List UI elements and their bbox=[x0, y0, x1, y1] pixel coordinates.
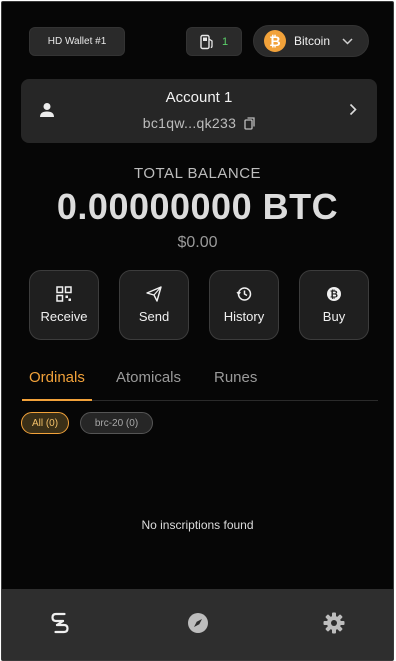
nav-explore[interactable] bbox=[186, 611, 210, 635]
network-label: Bitcoin bbox=[294, 34, 331, 48]
nav-settings[interactable] bbox=[322, 611, 346, 635]
fee-count: 1 bbox=[221, 35, 229, 48]
wallet-app: HD Wallet #1 1 ₿ Bitcoin Account 1 bc1qw… bbox=[1, 1, 394, 661]
explore-icon bbox=[188, 613, 208, 633]
buy-button[interactable]: ₿ Buy bbox=[299, 270, 369, 340]
tab-ordinals[interactable]: Ordinals bbox=[29, 369, 85, 386]
network-selector-button[interactable]: ₿ Bitcoin bbox=[253, 25, 369, 57]
account-card[interactable]: Account 1 bc1qw...qk233 bbox=[21, 79, 377, 143]
wallet-label: HD Wallet #1 bbox=[47, 36, 107, 47]
active-tab-indicator bbox=[22, 399, 92, 401]
history-icon bbox=[236, 287, 252, 301]
bitcoin-coin-icon: ₿ bbox=[264, 30, 286, 52]
account-address: bc1qw...qk233 bbox=[142, 115, 237, 131]
receive-label: Receive bbox=[40, 309, 88, 324]
balance-usd: $0.00 bbox=[177, 234, 218, 251]
send-button[interactable]: Send bbox=[119, 270, 189, 340]
send-icon bbox=[146, 286, 162, 302]
wallet-selector-button[interactable]: HD Wallet #1 bbox=[29, 27, 125, 56]
nav-wallet[interactable] bbox=[48, 611, 72, 635]
bitcoin-icon: ₿ bbox=[327, 287, 341, 301]
buy-label: Buy bbox=[322, 309, 346, 324]
qr-icon bbox=[56, 286, 72, 302]
history-button[interactable]: History bbox=[209, 270, 279, 340]
fee-button[interactable]: 1 bbox=[186, 27, 242, 56]
svg-text:₿: ₿ bbox=[330, 289, 338, 301]
tab-divider bbox=[92, 400, 378, 401]
history-label: History bbox=[223, 309, 265, 324]
copy-icon[interactable] bbox=[244, 116, 255, 130]
receive-button[interactable]: Receive bbox=[29, 270, 99, 340]
tab-runes[interactable]: Runes bbox=[214, 369, 257, 386]
account-title: Account 1 bbox=[165, 89, 233, 106]
settings-icon bbox=[323, 612, 345, 634]
send-label: Send bbox=[138, 309, 170, 324]
wallet-icon bbox=[51, 612, 69, 634]
account-address-row: bc1qw...qk233 bbox=[21, 115, 377, 131]
total-balance-label: TOTAL BALANCE bbox=[133, 165, 262, 182]
chevron-down-icon bbox=[342, 37, 353, 45]
balance-amount: 0.00000000 BTC bbox=[56, 186, 339, 227]
tab-atomicals[interactable]: Atomicals bbox=[116, 369, 181, 386]
filter-brc20-chip[interactable]: brc-20 (0) bbox=[80, 412, 153, 434]
chevron-right-icon bbox=[349, 103, 357, 116]
fuel-pump-icon bbox=[200, 34, 213, 49]
empty-state-message: No inscriptions found bbox=[141, 518, 254, 532]
bottom-nav bbox=[2, 589, 393, 660]
filter-all-chip[interactable]: All (0) bbox=[21, 412, 69, 434]
